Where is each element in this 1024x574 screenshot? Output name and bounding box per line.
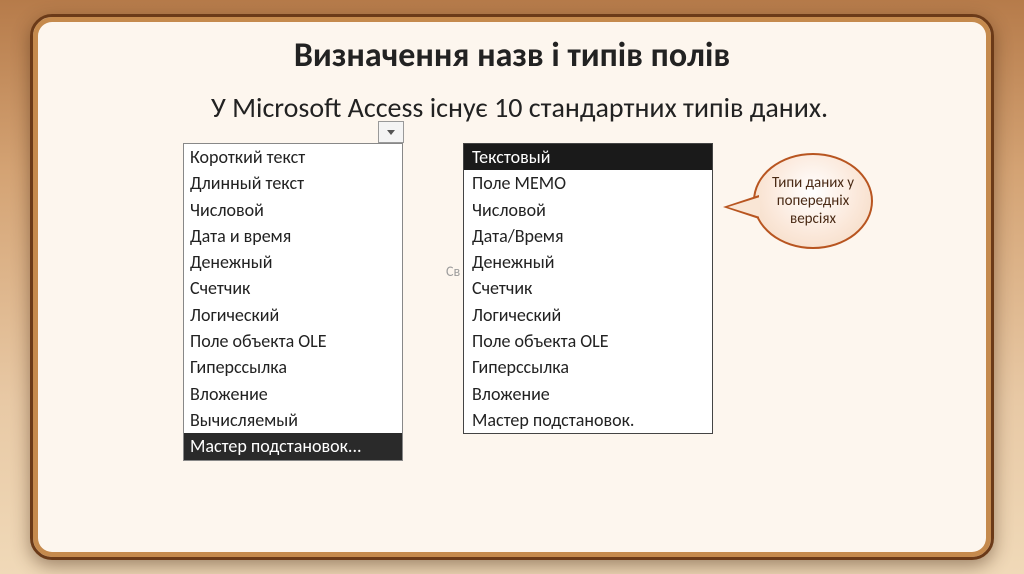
list-item[interactable]: Мастер подстановок... <box>184 433 402 459</box>
list-item[interactable]: Числовой <box>464 197 712 223</box>
list-item[interactable]: Дата и время <box>184 223 402 249</box>
list-item[interactable]: Короткий текст <box>184 144 402 170</box>
list-item[interactable]: Поле МЕМО <box>464 170 712 196</box>
list-item[interactable]: Поле объекта OLE <box>184 328 402 354</box>
background-hint: Св <box>446 263 460 280</box>
list-item[interactable]: Гиперссылка <box>184 354 402 380</box>
slide-title: Визначення назв і типів полів <box>73 35 951 76</box>
list-item[interactable]: Логический <box>184 302 402 328</box>
callout-text: Типи даних у попередніх версіях <box>761 174 865 228</box>
list-item[interactable]: Длинный текст <box>184 170 402 196</box>
list-item[interactable]: Счетчик <box>184 275 402 301</box>
list-item[interactable]: Счетчик <box>464 275 712 301</box>
lists-row: Короткий текстДлинный текстЧисловойДата … <box>73 143 951 461</box>
list-item[interactable]: Денежный <box>464 249 712 275</box>
list-item[interactable]: Мастер подстановок. <box>464 407 712 433</box>
dropdown-list-legacy[interactable]: Текстовый Поле МЕМОЧисловойДата/ВремяДен… <box>463 143 713 434</box>
callout-bubble: Типи даних у попередніх версіях <box>753 153 873 249</box>
dropdown-list-current[interactable]: Короткий текстДлинный текстЧисловойДата … <box>183 143 403 461</box>
list-item[interactable]: Дата/Время <box>464 223 712 249</box>
list-item[interactable]: Поле объекта OLE <box>464 328 712 354</box>
intro-text: У Microsoft Access існує 10 стандартних … <box>163 90 891 125</box>
list-item[interactable]: Вложение <box>464 381 712 407</box>
list-item[interactable]: Гиперссылка <box>464 354 712 380</box>
list-item[interactable]: Числовой <box>184 197 402 223</box>
list-item[interactable]: Денежный <box>184 249 402 275</box>
dropdown-toggle[interactable] <box>378 121 404 143</box>
list-item[interactable]: Логический <box>464 302 712 328</box>
slide-frame: Визначення назв і типів полів У Microsof… <box>30 14 994 560</box>
datatype-dropdown-legacy: Текстовый Поле МЕМОЧисловойДата/ВремяДен… <box>463 143 713 434</box>
list-item[interactable]: Вычисляемый <box>184 407 402 433</box>
list-item[interactable]: Вложение <box>184 381 402 407</box>
dropdown-legacy-header[interactable]: Текстовый <box>464 144 712 170</box>
datatype-dropdown-current: Короткий текстДлинный текстЧисловойДата … <box>183 143 403 461</box>
